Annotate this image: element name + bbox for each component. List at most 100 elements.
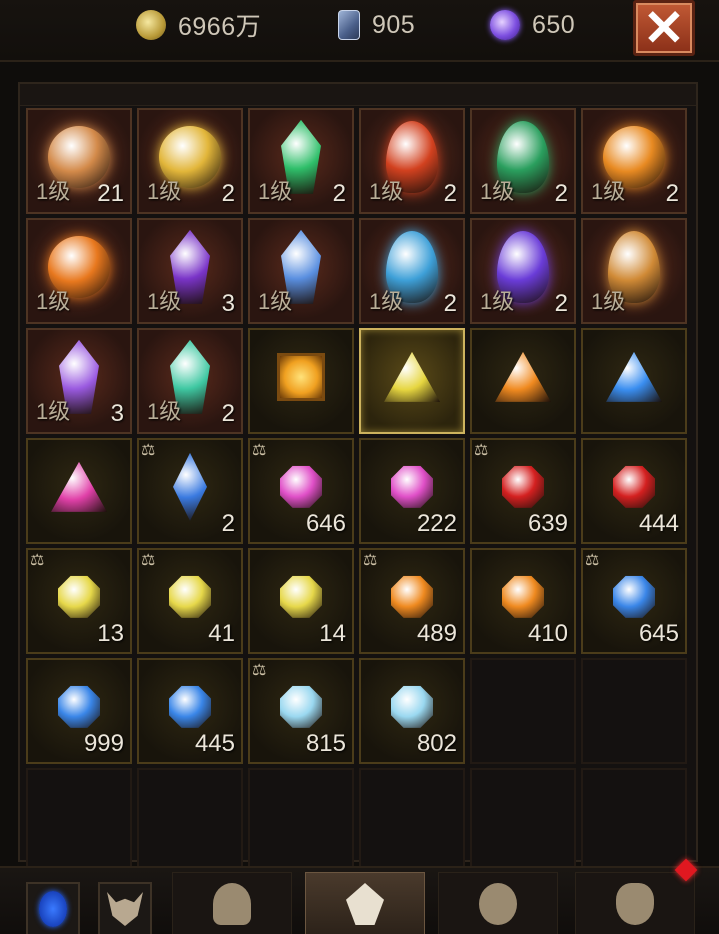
yellow-trillion-icon [384,351,440,402]
pink-trillion-icon [51,461,107,512]
inventory-slot[interactable] [581,328,687,434]
inventory-slot[interactable]: 1级 2 [248,108,354,214]
item-count: 2 [554,180,568,207]
inventory-slot[interactable]: 1级 [26,218,132,324]
item-level: 1级 [480,179,515,204]
orange-gem-icon [502,575,544,618]
item-count: 639 [527,510,568,537]
inventory-slot[interactable]: 1级 2 [581,108,687,214]
inventory-slot[interactable] [470,328,576,434]
inventory-slot[interactable]: 1级 2 [359,218,465,324]
scale-icon: ⚖ [252,662,267,679]
inventory-slot[interactable]: ⚖ 646 [248,438,354,544]
orb-currency: 650 [490,8,575,42]
item-level: 1级 [36,179,71,204]
inventory-slot[interactable]: ⚖ 13 [26,548,132,654]
inventory-slot[interactable]: ⚖ 815 [248,658,354,764]
inventory-slot[interactable]: 1级 2 [137,108,243,214]
empty-slot [248,768,354,874]
item-level: 1级 [591,289,626,314]
inventory-slot[interactable]: 222 [359,438,465,544]
inventory-slot[interactable]: ⚖ 645 [581,548,687,654]
tab-bag[interactable] [575,872,695,934]
blue-gem-icon [613,575,655,618]
tab-runes[interactable] [438,872,558,934]
empty-slot [137,768,243,874]
inventory-slot[interactable]: ⚖ 2 [137,438,243,544]
card-amount: 905 [372,10,416,39]
empty-slot [359,768,465,874]
item-count: 445 [194,730,235,757]
item-count: 489 [416,620,457,647]
inventory-slot[interactable]: ⚖ 639 [470,438,576,544]
close-button[interactable]: ✕ [633,0,695,56]
gold-amount: 6966万 [178,13,262,41]
item-level: 1级 [147,289,182,314]
inventory-slot[interactable]: 1级 3 [137,218,243,324]
pink-gem-icon [391,465,433,508]
card-icon [338,10,360,40]
cyan-gem-icon [280,685,322,728]
inventory-slot[interactable]: 1级 2 [470,218,576,324]
scale-icon: ⚖ [141,552,156,569]
demon-mask-icon [107,892,143,926]
inventory-slot[interactable]: 1级 [248,218,354,324]
item-count: 410 [527,620,568,647]
inventory-slot[interactable]: 14 [248,548,354,654]
inventory-slot[interactable]: 1级 21 [26,108,132,214]
inventory-slot[interactable]: 410 [470,548,576,654]
tab-gems[interactable] [305,872,425,934]
close-icon: ✕ [643,0,685,56]
inventory-slot[interactable]: ⚖ 489 [359,548,465,654]
inventory-slot[interactable] [359,328,465,434]
mask-button[interactable] [98,882,152,934]
orb-amount: 650 [532,10,576,39]
inventory-slot[interactable]: 999 [26,658,132,764]
empty-slot [581,658,687,764]
tab-equipment[interactable] [172,872,292,934]
blue-gem-icon [58,685,100,728]
inventory-slot[interactable]: 802 [359,658,465,764]
bag-tab-icon [616,883,654,925]
item-count: 2 [443,290,457,317]
inventory-slot[interactable]: 445 [137,658,243,764]
item-level: 1级 [369,179,404,204]
item-count: 645 [638,620,679,647]
yellow-gem-icon [58,575,100,618]
inventory-slot[interactable] [26,438,132,544]
purple-orb-icon [490,10,520,40]
item-level: 1级 [591,179,626,204]
inventory-grid: 1级 21 1级 2 1级 2 1级 2 1级 2 1级 2 1级 1级 3 1级 1级 2 1级 2 1级 1级 3 1级 2… [26,108,687,874]
rune-tab-icon [479,883,517,925]
card-currency: 905 [338,8,415,42]
inventory-slot[interactable] [248,328,354,434]
blue-gem-icon [169,685,211,728]
inventory-slot[interactable]: 1级 3 [26,328,132,434]
square-topaz-icon [277,352,325,401]
inventory-slot[interactable]: 1级 2 [359,108,465,214]
empty-slot [470,658,576,764]
item-count: 2 [332,180,346,207]
pink-gem-icon [280,465,322,508]
item-level: 1级 [480,289,515,314]
portal-button[interactable] [26,882,80,934]
inventory-slot[interactable]: 1级 2 [137,328,243,434]
item-count: 802 [416,730,457,757]
inventory-panel: 1级 21 1级 2 1级 2 1级 2 1级 2 1级 2 1级 1级 3 1级 1级 2 1级 2 1级 1级 3 1级 2… [18,82,698,874]
inventory-slot[interactable]: 444 [581,438,687,544]
yellow-gem-icon [169,575,211,618]
item-count: 999 [83,730,124,757]
red-gem-icon [613,465,655,508]
item-level: 1级 [147,179,182,204]
item-count: 14 [319,620,346,647]
item-level: 1级 [36,399,71,424]
cyan-gem-icon [391,685,433,728]
item-count: 646 [305,510,346,537]
scale-icon: ⚖ [30,552,45,569]
item-count: 2 [554,290,568,317]
inventory-slot[interactable]: ⚖ 41 [137,548,243,654]
inventory-slot[interactable]: 1级 2 [470,108,576,214]
scale-icon: ⚖ [474,442,489,459]
inventory-slot[interactable]: 1级 [581,218,687,324]
currency-bar: 6966万 905 650 ✕ [0,0,719,62]
